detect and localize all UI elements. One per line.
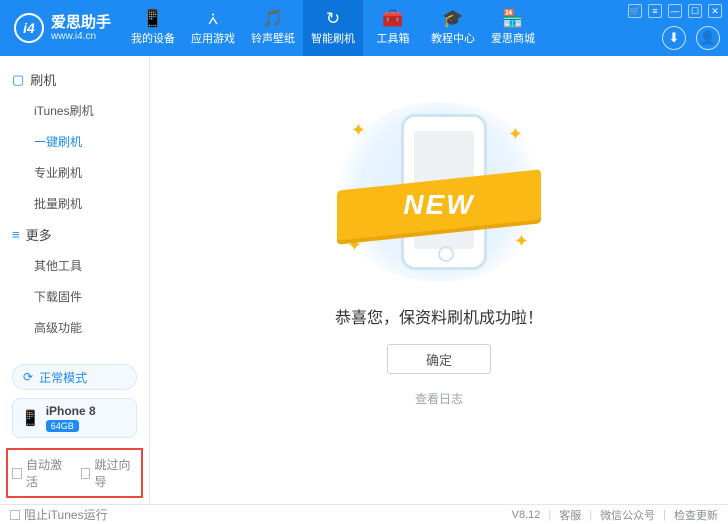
checkbox-label: 跳过向导 [94, 456, 137, 490]
checkbox-label: 自动激活 [26, 456, 69, 490]
nav-label: 智能刷机 [311, 30, 355, 46]
sparkle-icon: ✦ [508, 124, 523, 145]
confirm-button[interactable]: 确定 [387, 344, 491, 374]
checkbox-icon [81, 468, 91, 479]
checkbox-label: 阻止iTunes运行 [24, 506, 108, 523]
footer-link-update[interactable]: 检查更新 [674, 507, 718, 523]
sidebar-item[interactable]: 其他工具 [0, 250, 149, 281]
success-illustration: ✦ ✦ ✦ ✦ NEW [329, 102, 549, 282]
nav-label: 工具箱 [377, 30, 410, 46]
titlebar-controls: 🛒 ≡ — ☐ ✕ [628, 4, 722, 18]
titlebar-btn-2[interactable]: — [668, 4, 682, 18]
brand-logo-icon: i4 [14, 13, 44, 43]
checkbox-icon [12, 468, 22, 479]
sidebar-group-more[interactable]: ≡ 更多 [0, 219, 149, 250]
checkbox-icon [10, 510, 20, 520]
sidebar: ▢ 刷机 iTunes刷机一键刷机专业刷机批量刷机 ≡ 更多 其他工具下载固件高… [0, 56, 150, 504]
header-action-circles: ⬇👤 [662, 26, 720, 50]
nav-label: 教程中心 [431, 30, 475, 46]
nav-item-6[interactable]: 🏪 爱思商城 [483, 0, 543, 56]
nav-item-5[interactable]: 🎓 教程中心 [423, 0, 483, 56]
nav-icon: ⩑ [208, 10, 218, 27]
auto-activate-checkbox[interactable]: 自动激活 [12, 456, 69, 490]
account-button[interactable]: 👤 [696, 26, 720, 50]
nav-item-0[interactable]: 📱 我的设备 [123, 0, 183, 56]
nav-icon: 🎓 [442, 10, 463, 27]
sidebar-group-flash[interactable]: ▢ 刷机 [0, 64, 149, 95]
footer-link-support[interactable]: 客服 [559, 507, 581, 523]
status-bar: 阻止iTunes运行 V8.12 | 客服 | 微信公众号 | 检查更新 [0, 504, 728, 524]
nav-icon: 🎵 [262, 10, 283, 27]
app-header: i4 爱思助手 www.i4.cn 📱 我的设备 ⩑ 应用游戏 🎵 铃声壁纸 ↻ 智能刷机 🧰 工… [0, 0, 728, 56]
device-icon: 📱 [21, 409, 40, 427]
skip-guide-checkbox[interactable]: 跳过向导 [81, 456, 138, 490]
nav-icon: ↻ [326, 10, 340, 27]
version-label: V8.12 [512, 509, 541, 521]
titlebar-btn-0[interactable]: 🛒 [628, 4, 642, 18]
titlebar-btn-4[interactable]: ✕ [708, 4, 722, 18]
download-button[interactable]: ⬇ [662, 26, 686, 50]
storage-badge: 64GB [46, 420, 79, 432]
mode-button[interactable]: ⟳ 正常模式 [12, 364, 137, 390]
block-itunes-checkbox[interactable]: 阻止iTunes运行 [10, 506, 108, 523]
footer-link-wechat[interactable]: 微信公众号 [600, 507, 655, 523]
sidebar-tree: ▢ 刷机 iTunes刷机一键刷机专业刷机批量刷机 ≡ 更多 其他工具下载固件高… [0, 56, 149, 364]
sidebar-item[interactable]: iTunes刷机 [0, 95, 149, 126]
nav-item-2[interactable]: 🎵 铃声壁纸 [243, 0, 303, 56]
nav-label: 我的设备 [131, 30, 175, 46]
sidebar-item[interactable]: 专业刷机 [0, 157, 149, 188]
sidebar-group-label: 刷机 [30, 70, 56, 89]
sidebar-group-label: 更多 [26, 225, 52, 244]
ribbon-text: NEW [337, 180, 541, 230]
nav-item-4[interactable]: 🧰 工具箱 [363, 0, 423, 56]
brand-url: www.i4.cn [51, 31, 111, 43]
device-card[interactable]: 📱 iPhone 8 64GB [12, 398, 137, 438]
titlebar-btn-1[interactable]: ≡ [648, 4, 662, 18]
nav-item-1[interactable]: ⩑ 应用游戏 [183, 0, 243, 56]
sidebar-item[interactable]: 高级功能 [0, 312, 149, 343]
sparkle-icon: ✦ [351, 120, 366, 141]
more-icon: ≡ [12, 227, 20, 242]
mode-label: 正常模式 [39, 369, 87, 386]
phone-flash-icon: ▢ [12, 72, 24, 88]
nav-label: 爱思商城 [491, 30, 535, 46]
sparkle-icon: ✦ [514, 231, 529, 252]
nav-label: 应用游戏 [191, 30, 235, 46]
nav-item-3[interactable]: ↻ 智能刷机 [303, 0, 363, 56]
main-panel: ✦ ✦ ✦ ✦ NEW 恭喜您，保资料刷机成功啦！ 确定 查看日志 [150, 56, 728, 504]
top-nav: 📱 我的设备 ⩑ 应用游戏 🎵 铃声壁纸 ↻ 智能刷机 🧰 工具箱 🎓 教程中心 🏪 爱思商城 [123, 0, 543, 56]
refresh-icon: ⟳ [23, 370, 33, 384]
brand: i4 爱思助手 www.i4.cn [0, 0, 123, 56]
device-name: iPhone 8 [46, 404, 96, 418]
nav-icon: 🧰 [382, 10, 403, 27]
view-log-link[interactable]: 查看日志 [415, 390, 463, 407]
sidebar-item[interactable]: 一键刷机 [0, 126, 149, 157]
nav-icon: 🏪 [502, 10, 523, 27]
nav-icon: 📱 [142, 10, 163, 27]
sidebar-item[interactable]: 下载固件 [0, 281, 149, 312]
bottom-option-row: 自动激活 跳过向导 [6, 448, 143, 498]
sidebar-item[interactable]: 批量刷机 [0, 188, 149, 219]
titlebar-btn-3[interactable]: ☐ [688, 4, 702, 18]
nav-label: 铃声壁纸 [251, 30, 295, 46]
success-message: 恭喜您，保资料刷机成功啦！ [335, 304, 543, 328]
brand-title: 爱思助手 [51, 14, 111, 31]
